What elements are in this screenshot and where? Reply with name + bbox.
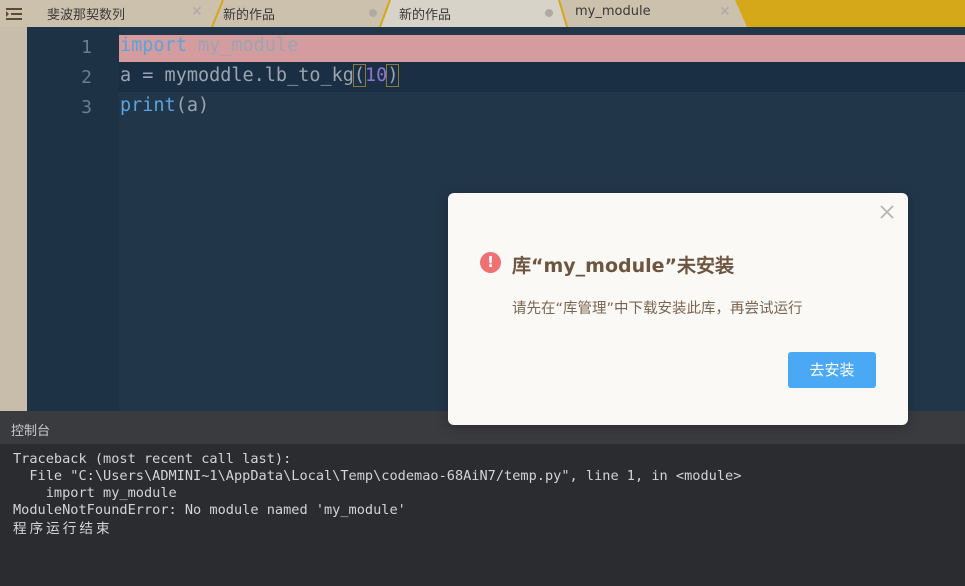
paren: ) <box>386 64 400 87</box>
number-literal: 10 <box>365 65 388 86</box>
code-text: a = mymoddle.lb_to_kg <box>120 65 354 86</box>
paren: ( <box>352 64 367 87</box>
console-line: File "C:\Users\ADMINI~1\AppData\Local\Te… <box>13 468 742 484</box>
install-button[interactable]: 去安装 <box>788 352 876 388</box>
unsaved-dot-icon[interactable] <box>545 9 553 17</box>
keyword: import <box>120 35 187 56</box>
library-missing-dialog: ! 库“my_module”未安装 请先在“库管理”中下载安装此库，再尝试运行 … <box>448 193 908 425</box>
code-line[interactable]: print(a) <box>120 95 209 116</box>
console-line: 程序运行结束 <box>13 521 113 537</box>
tab-label: my_module <box>575 4 651 19</box>
console-line: Traceback (most recent call last): <box>13 451 292 467</box>
dialog-title: 库“my_module”未安装 <box>512 255 735 277</box>
keyword: print <box>120 95 176 116</box>
console-title: 控制台 <box>11 424 51 439</box>
code-line[interactable]: import my_module <box>120 35 298 56</box>
tab-label: 新的作品 <box>399 8 452 23</box>
tab-label: 新的作品 <box>223 8 276 23</box>
close-icon[interactable] <box>878 203 896 221</box>
tab-bar: 斐波那契数列 ✕ 新的作品 新的作品 my_module ✕ <box>0 0 965 27</box>
dialog-message: 请先在“库管理”中下载安装此库，再尝试运行 <box>512 301 803 317</box>
hamburger-icon <box>5 7 22 20</box>
tab-new-work-1[interactable]: 新的作品 <box>203 0 380 27</box>
code-text: my_module <box>186 35 299 56</box>
error-icon: ! <box>480 252 501 273</box>
line-number: 2 <box>81 67 92 88</box>
code-text: (a) <box>175 95 210 116</box>
tab-label: 斐波那契数列 <box>47 8 126 23</box>
line-number: 1 <box>81 37 92 58</box>
left-strip <box>0 27 27 411</box>
menu-button[interactable] <box>0 0 27 27</box>
line-number: 3 <box>81 97 92 118</box>
tab-fibonacci[interactable]: 斐波那契数列 ✕ <box>27 0 212 27</box>
unsaved-dot-icon[interactable] <box>369 9 377 17</box>
code-line[interactable]: a = mymoddle.lb_to_kg(10) <box>120 64 400 87</box>
console-line: import my_module <box>13 485 177 501</box>
close-icon[interactable]: ✕ <box>719 4 731 20</box>
console-line: ModuleNotFoundError: No module named 'my… <box>13 502 406 518</box>
tab-new-work-2[interactable]: 新的作品 <box>379 0 559 27</box>
tab-my-module[interactable]: my_module ✕ <box>555 0 735 27</box>
close-icon[interactable]: ✕ <box>191 4 203 20</box>
